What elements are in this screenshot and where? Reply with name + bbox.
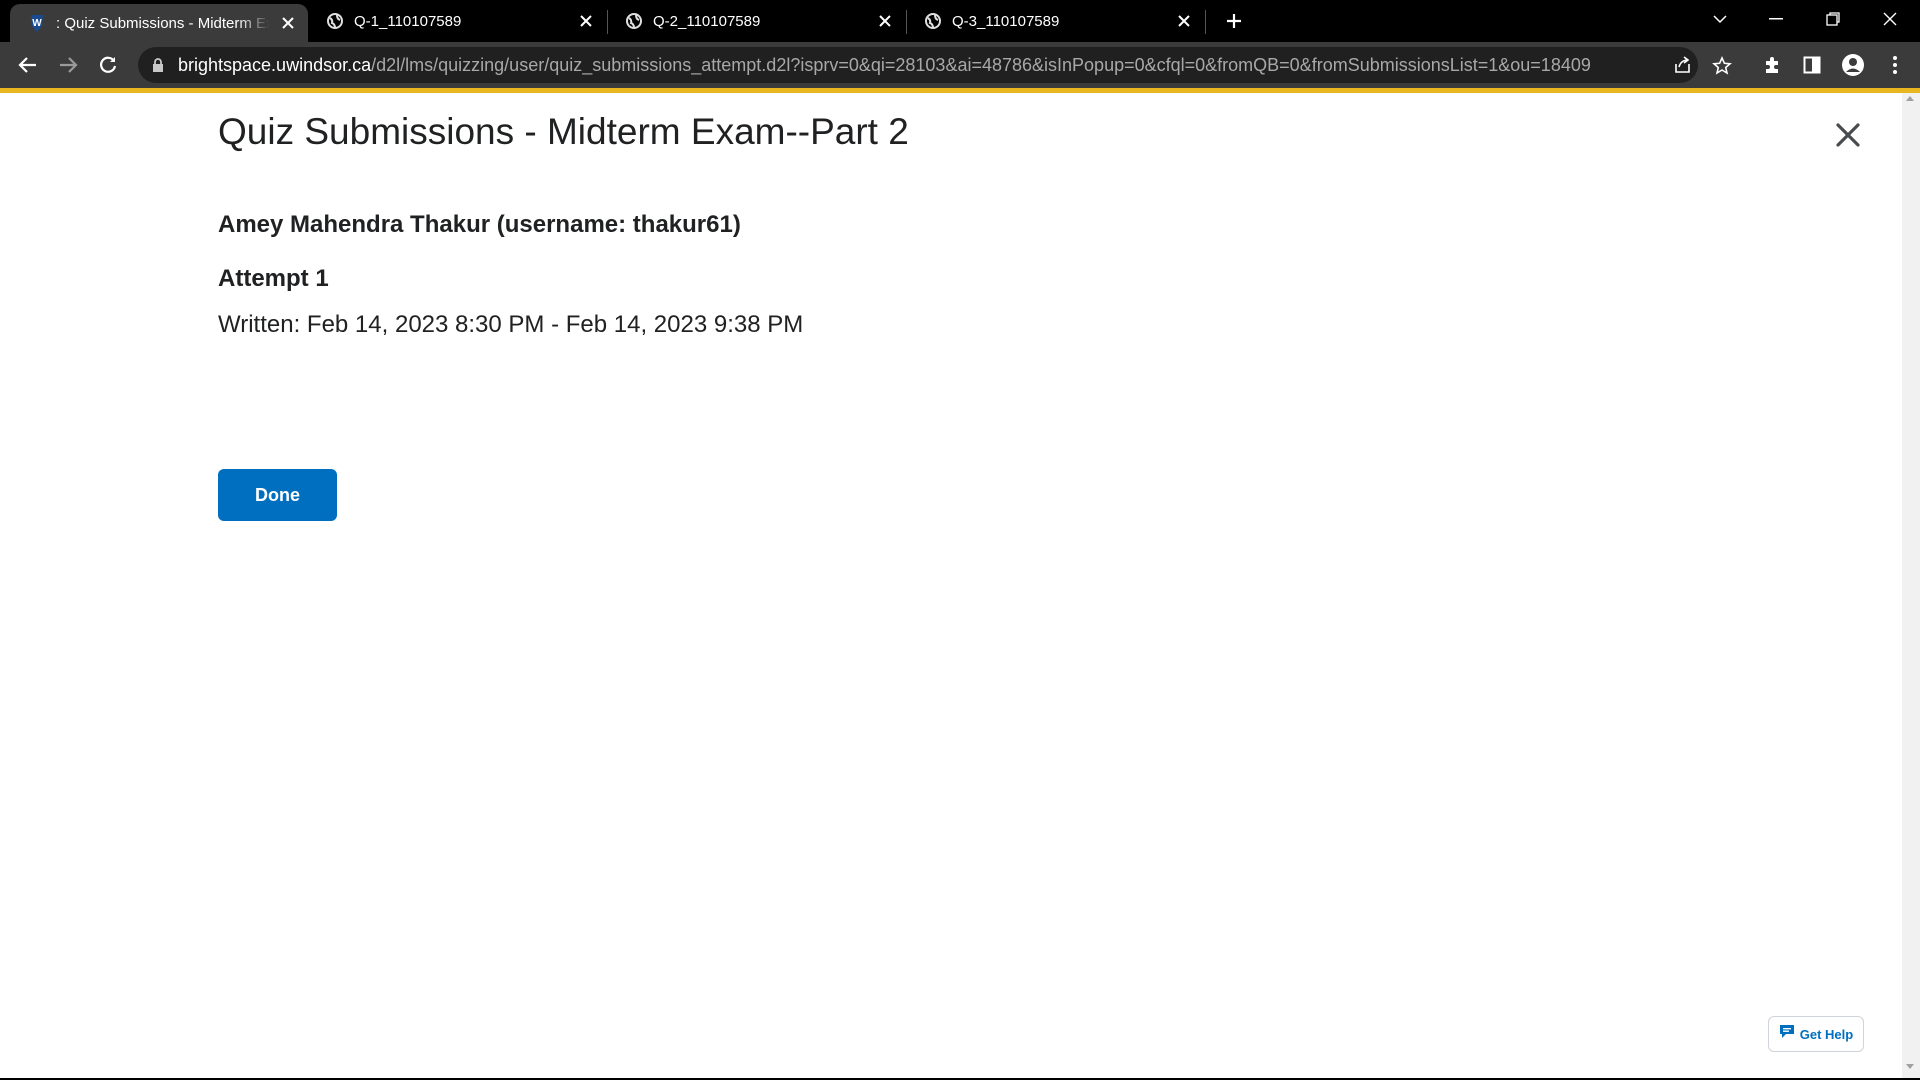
share-icon[interactable] (1671, 53, 1695, 77)
tab-search-icon[interactable] (1692, 0, 1748, 38)
tab-separator (1205, 10, 1206, 34)
scrollbar[interactable] (1902, 93, 1920, 1078)
chat-icon (1779, 1024, 1795, 1044)
tab-quiz-submissions[interactable]: W : Quiz Submissions - Midterm Exam--Par… (10, 4, 308, 42)
address-bar[interactable]: brightspace.uwindsor.ca/d2l/lms/quizzing… (138, 47, 1698, 83)
browser-toolbar: brightspace.uwindsor.ca/d2l/lms/quizzing… (0, 42, 1920, 88)
reload-icon[interactable] (92, 49, 124, 81)
profile-avatar-icon[interactable] (1838, 50, 1868, 80)
attempt-heading: Attempt 1 (218, 265, 329, 292)
tab-q1[interactable]: Q-1_110107589 (308, 0, 606, 42)
tab-q2[interactable]: Q-2_110107589 (607, 0, 905, 42)
close-tab-icon[interactable] (1174, 11, 1194, 31)
close-tab-icon[interactable] (278, 13, 298, 33)
tab-title: Q-3_110107589 (952, 12, 1060, 30)
extensions-icon[interactable] (1757, 50, 1787, 80)
back-icon[interactable] (12, 49, 44, 81)
browser-menu-icon[interactable] (1880, 50, 1910, 80)
globe-icon (624, 11, 644, 31)
scroll-down-arrow-icon[interactable] (1906, 1064, 1914, 1069)
tab-strip: W : Quiz Submissions - Midterm Exam--Par… (0, 0, 1920, 42)
uwindsor-logo-icon: W (27, 13, 47, 33)
url-text: brightspace.uwindsor.ca/d2l/lms/quizzing… (178, 55, 1591, 76)
close-window-icon[interactable] (1862, 0, 1918, 38)
tab-title: Q-1_110107589 (354, 12, 462, 30)
new-tab-icon[interactable] (1222, 9, 1246, 33)
tab-title: Q-2_110107589 (653, 12, 761, 30)
url-host: brightspace.uwindsor.ca (178, 55, 372, 75)
url-path: /d2l/lms/quizzing/user/quiz_submissions_… (371, 55, 1591, 75)
student-name: Amey Mahendra Thakur (username: thakur61… (218, 211, 741, 238)
tab-title: : Quiz Submissions - Midterm Exam--Part … (56, 14, 270, 32)
close-tab-icon[interactable] (875, 11, 895, 31)
page-title: Quiz Submissions - Midterm Exam--Part 2 (218, 111, 909, 152)
tab-q3[interactable]: Q-3_110107589 (906, 0, 1204, 42)
svg-text:W: W (32, 18, 42, 29)
page-content (0, 93, 1902, 1078)
written-dates: Written: Feb 14, 2023 8:30 PM - Feb 14, … (218, 311, 804, 338)
close-tab-icon[interactable] (576, 11, 596, 31)
bookmark-star-icon[interactable] (1710, 54, 1734, 78)
side-panel-icon[interactable] (1797, 50, 1827, 80)
close-icon[interactable] (1831, 118, 1865, 152)
get-help-label: Get Help (1799, 1026, 1854, 1042)
done-button[interactable]: Done (218, 469, 337, 521)
minimize-icon[interactable] (1748, 0, 1804, 38)
restore-icon[interactable] (1805, 0, 1861, 38)
globe-icon (923, 11, 943, 31)
lock-icon[interactable] (150, 57, 166, 73)
scroll-up-arrow-icon[interactable] (1906, 96, 1914, 101)
forward-icon[interactable] (52, 49, 84, 81)
get-help-button[interactable]: Get Help (1768, 1016, 1864, 1052)
globe-icon (325, 11, 345, 31)
